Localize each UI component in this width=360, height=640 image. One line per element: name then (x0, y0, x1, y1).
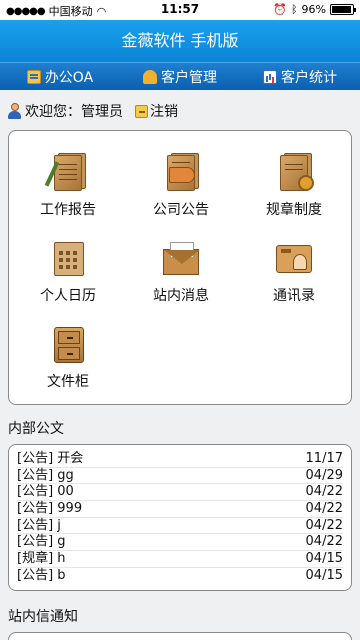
file-cabinet-icon (48, 325, 88, 365)
oa-icon (26, 69, 41, 84)
doc-date: 04/22 (305, 501, 343, 517)
status-bar: ●●●●● 中国移动 ◠ 11:57 ⏰ ᛒ 96% (0, 0, 360, 20)
list-item[interactable]: [公告] j 04/22 (17, 518, 343, 535)
welcome-bar: 欢迎您：管理员 注销 (8, 100, 178, 122)
doc-title: [公告] gg (17, 467, 74, 483)
nav-item-label: 客户统计 (281, 69, 337, 86)
welcome-text: 欢迎您：管理员 (25, 104, 123, 120)
doc-date: 11/17 (305, 451, 343, 466)
module-message[interactable]: 站内消息 (125, 239, 237, 319)
nav-item-customer[interactable]: 客户管理 (120, 63, 240, 90)
status-right: ⏰ ᛒ 96% (273, 3, 356, 16)
doc-date: 04/15 (305, 551, 343, 567)
message-icon (161, 239, 201, 279)
list-item[interactable]: [公告] 999 04/22 (17, 501, 343, 518)
doc-title: [公告] 开会 (17, 451, 84, 466)
key-icon (135, 104, 148, 118)
notices-title: 站内信通知 (8, 609, 78, 625)
doc-date: 04/15 (305, 567, 343, 583)
internal-docs-list: [公告] 开会 11/17 [公告] gg 04/29 [公告] 00 04/22 [公告]… (8, 444, 352, 591)
list-item[interactable]: [公告] g 04/22 (17, 534, 343, 552)
nav-item-label: 客户管理 (161, 69, 217, 86)
doc-title: [公告] j (17, 517, 61, 533)
doc-title: [公告] g (17, 534, 66, 550)
battery-icon (330, 4, 356, 15)
nav-item-label: 办公OA (44, 69, 94, 86)
doc-title: [公告] 999 (17, 501, 83, 517)
battery-label: 96% (301, 3, 326, 16)
list-item[interactable]: [公告] 00 04/22 (17, 484, 343, 502)
rules-icon (274, 153, 314, 193)
top-nav: 办公OA 客户管理 客户统计 (0, 62, 360, 90)
logout-link[interactable]: 注销 (135, 101, 178, 121)
stats-icon (263, 69, 277, 84)
calendar-icon (48, 239, 88, 279)
doc-title: [规章] h (17, 551, 66, 567)
list-item[interactable]: [公告] 开会 11/17 (17, 451, 343, 468)
module-label: 规章制度 (266, 202, 322, 218)
module-label: 站内消息 (153, 288, 209, 304)
contacts-icon (274, 239, 314, 279)
module-announcement[interactable]: 公司公告 (125, 153, 237, 233)
module-work-report[interactable]: 工作报告 (12, 153, 124, 233)
list-item[interactable]: [公告] gg 04/29 (17, 468, 343, 485)
doc-date: 04/29 (305, 467, 343, 483)
doc-date: 04/22 (305, 534, 343, 550)
doc-date: 04/22 (305, 517, 343, 533)
battery-level (332, 6, 352, 13)
app-title: 金薇软件 手机版 (0, 20, 360, 62)
announcement-icon (161, 153, 201, 193)
module-label: 公司公告 (153, 202, 209, 218)
logout-label: 注销 (150, 104, 178, 120)
doc-date: 04/22 (305, 484, 343, 500)
doc-title: [公告] 00 (17, 484, 74, 500)
module-rules[interactable]: 规章制度 (238, 153, 350, 233)
nav-item-oa[interactable]: 办公OA (0, 63, 120, 90)
module-label: 通讯录 (273, 288, 315, 304)
customer-icon (143, 69, 157, 84)
bluetooth-icon: ᛒ (290, 3, 298, 16)
module-calendar[interactable]: 个人日历 (12, 239, 124, 319)
module-contacts[interactable]: 通讯录 (238, 239, 350, 319)
module-file-cabinet[interactable]: 文件柜 (12, 325, 124, 405)
module-label: 个人日历 (40, 288, 96, 304)
list-item[interactable]: [公告] b 04/15 (17, 568, 343, 585)
alarm-icon: ⏰ (273, 3, 287, 16)
list-item[interactable]: [规章] h 04/15 (17, 551, 343, 568)
user-icon (8, 103, 21, 119)
module-grid: 工作报告 公司公告 规章制度 个人日历 站内消息 通讯录 文件柜 (8, 130, 352, 405)
module-label: 工作报告 (40, 202, 96, 218)
nav-item-stats[interactable]: 客户统计 (240, 63, 360, 90)
internal-docs-title: 内部公文 (8, 421, 64, 437)
doc-title: [公告] b (17, 567, 66, 583)
work-report-icon (44, 153, 88, 193)
module-label: 文件柜 (47, 374, 89, 390)
notices-panel (8, 632, 352, 640)
